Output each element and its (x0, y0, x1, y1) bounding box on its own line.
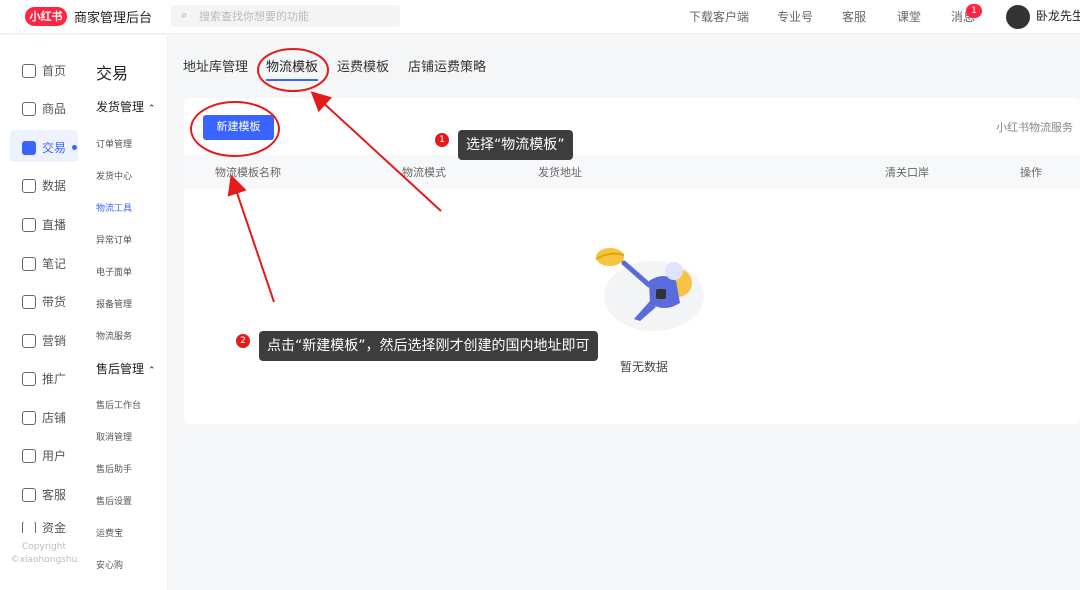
sidebar-item-store[interactable]: 店铺 (22, 409, 66, 426)
book-icon (22, 256, 36, 271)
data-icon (22, 178, 36, 193)
message-badge: 1 (966, 4, 982, 18)
customer-service-link[interactable]: 客服 (842, 8, 866, 25)
column-customs-port: 清关口岸 (885, 166, 929, 179)
pro-account-link[interactable]: 专业号 (777, 8, 813, 25)
column-ship-address: 发货地址 (538, 166, 582, 179)
step-2-number: 2 (236, 334, 250, 348)
classroom-link[interactable]: 课堂 (897, 8, 921, 25)
column-actions: 操作 (1020, 166, 1042, 179)
step-1-callout: 选择“物流模板” (458, 130, 573, 160)
subnav-item-shipping-center[interactable]: 发货中心 (96, 169, 132, 182)
app-title: 商家管理后台 (74, 11, 153, 26)
subnav-item-freight-insurance[interactable]: 运费宝 (96, 526, 123, 539)
subnav-item-after-sales-desk[interactable]: 售后工作台 (96, 398, 141, 411)
sidebar-item-data[interactable]: 数据 (22, 177, 66, 194)
empty-state-text: 暂无数据 (620, 360, 669, 374)
tab-store-freight-policy[interactable]: 店铺运费策略 (408, 56, 486, 75)
subnav-item-orders[interactable]: 订单管理 (96, 137, 132, 150)
sidebar-item-funds[interactable]: 资金 (22, 522, 66, 533)
avatar[interactable] (1006, 5, 1030, 29)
subnav-item-filing[interactable]: 报备管理 (96, 297, 132, 310)
chat-icon (22, 487, 36, 502)
top-bar: 小红书 商家管理后台 ⌕ 搜索查找你想要的功能 下载客户端 专业号 客服 课堂 … (0, 0, 1080, 34)
content-card: 新建模板 小红书物流服务 物流模板名称 物流模式 发货地址 清关口岸 操作 暂无… (184, 98, 1080, 424)
subnav-item-anxin-purchase[interactable]: 安心购 (96, 558, 123, 571)
search-placeholder: 搜索查找你想要的功能 (199, 10, 309, 23)
sidebar-item-live[interactable]: 直播 (22, 216, 66, 233)
sidebar-item-trade[interactable]: 交易 (22, 139, 78, 156)
product-icon (22, 101, 36, 116)
username[interactable]: 卧龙先生 (1036, 7, 1080, 24)
logistics-service-link[interactable]: 小红书物流服务 (996, 119, 1073, 135)
sidebar-item-promotion[interactable]: 推广 (22, 370, 66, 387)
bag-icon (22, 294, 36, 309)
tab-freight-template[interactable]: 运费模板 (337, 56, 389, 75)
primary-sidebar: 首页 商品 交易 数据 直播 笔记 带货 营销 推广 店铺 用户 客服 资金 C… (0, 35, 85, 590)
subnav-item-after-sales-settings[interactable]: 售后设置 (96, 494, 132, 507)
promotion-icon (22, 371, 36, 386)
column-template-name: 物流模板名称 (215, 166, 281, 179)
chevron-up-icon: ⌃ (147, 366, 156, 376)
group-after-sales[interactable]: 售后管理 ⌃ (96, 360, 155, 377)
sidebar-item-users[interactable]: 用户 (22, 447, 66, 464)
tab-logistics-template[interactable]: 物流模板 (266, 56, 318, 75)
download-client-link[interactable]: 下载客户端 (689, 8, 749, 25)
table-header: 物流模板名称 物流模式 发货地址 清关口岸 操作 (184, 154, 1080, 189)
active-tab-underline (266, 79, 318, 81)
column-logistics-mode: 物流模式 (402, 166, 446, 179)
subnav-item-abnormal-orders[interactable]: 异常订单 (96, 233, 132, 246)
sidebar-item-products[interactable]: 商品 (22, 100, 66, 117)
users-icon (22, 448, 36, 463)
home-icon (22, 63, 36, 78)
store-icon (22, 410, 36, 425)
subnav-item-logistics-tools[interactable]: 物流工具 (96, 201, 132, 214)
brand-logo[interactable]: 小红书 (25, 7, 67, 26)
active-dot-icon (72, 145, 78, 150)
subnav-item-e-waybill[interactable]: 电子面单 (96, 265, 132, 278)
search-input[interactable]: ⌕ 搜索查找你想要的功能 (171, 5, 400, 27)
chevron-up-icon: ⌃ (147, 104, 156, 114)
subnav-item-logistics-service[interactable]: 物流服务 (96, 329, 132, 342)
copyright: Copyright ©xiaohongshu (10, 542, 78, 565)
secondary-sidebar: 交易 发货管理 ⌃ 订单管理 发货中心 物流工具 异常订单 电子面单 报备管理 … (85, 35, 168, 590)
group-shipping[interactable]: 发货管理 ⌃ (96, 98, 155, 115)
subnav-item-after-sales-assistant[interactable]: 售后助手 (96, 462, 132, 475)
live-icon (22, 217, 36, 232)
empty-state-illustration (595, 248, 704, 331)
section-title: 交易 (96, 64, 129, 83)
sidebar-item-home[interactable]: 首页 (22, 62, 66, 79)
new-template-button[interactable]: 新建模板 (203, 115, 274, 140)
trade-icon (22, 140, 36, 155)
wallet-icon (22, 522, 36, 533)
sidebar-item-service[interactable]: 客服 (22, 486, 66, 503)
sidebar-item-notes[interactable]: 笔记 (22, 255, 66, 272)
megaphone-icon (22, 333, 36, 348)
sidebar-item-selling[interactable]: 带货 (22, 293, 66, 310)
sidebar-item-marketing[interactable]: 营销 (22, 332, 66, 349)
search-icon: ⌕ (181, 8, 188, 21)
subnav-item-cancellations[interactable]: 取消管理 (96, 430, 132, 443)
tab-address-library[interactable]: 地址库管理 (183, 56, 248, 75)
step-2-callout: 点击“新建模板”，然后选择刚才创建的国内地址即可 (259, 331, 598, 361)
step-1-number: 1 (435, 133, 449, 147)
